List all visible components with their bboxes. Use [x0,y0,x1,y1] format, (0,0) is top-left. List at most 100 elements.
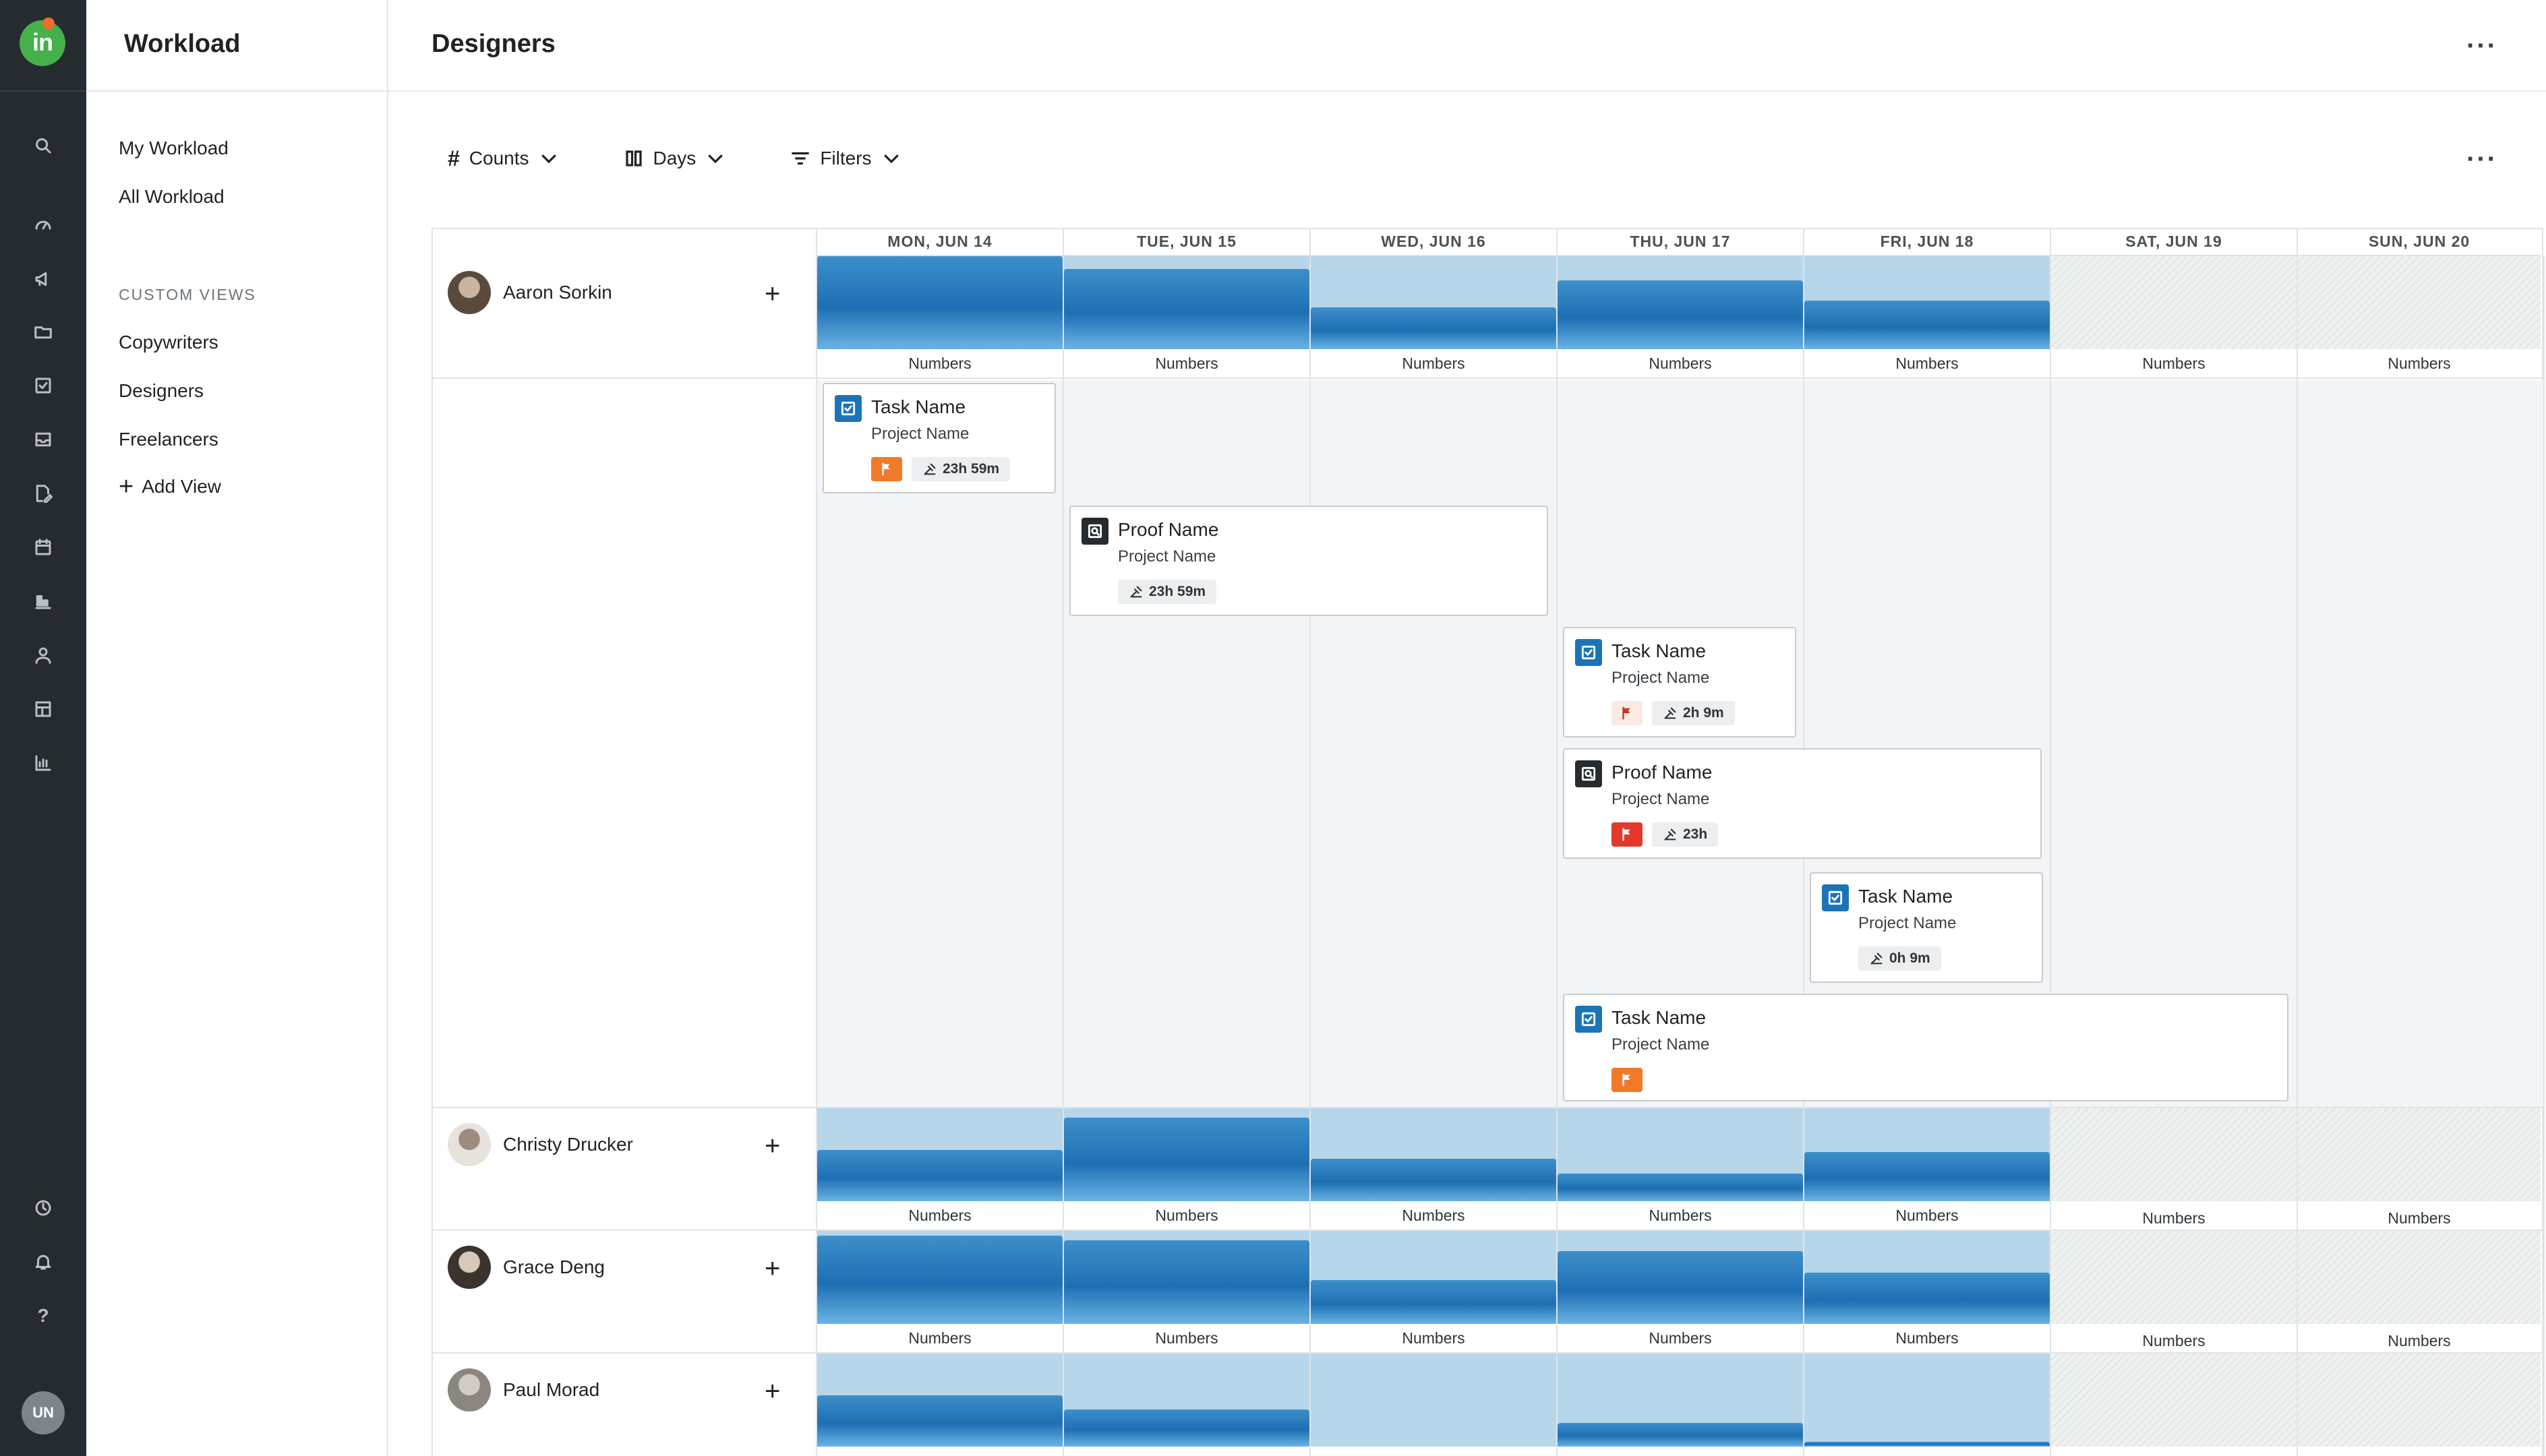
workload-bar [1804,1273,2050,1324]
workload-bar-cell[interactable] [817,1354,1063,1447]
workload-bar [1064,1409,1309,1447]
workload-bar [1804,1442,2050,1447]
workload-bar-cell[interactable] [1311,1108,1556,1201]
numbers-label: Numbers [908,1206,972,1224]
person-name: Christy Drucker [503,1134,633,1155]
workload-bar-cell[interactable] [817,1231,1063,1324]
card-title: Task Name [1611,640,1707,661]
workload-bar-cell[interactable] [1064,1354,1309,1447]
search-icon[interactable] [30,132,57,159]
workload-bar-cell[interactable] [1804,256,2050,349]
priority-flag [1611,701,1642,725]
workload-bar-cell[interactable] [817,1108,1063,1201]
bell-icon[interactable] [30,1248,57,1275]
add-assignment-button[interactable]: + [765,1132,780,1159]
weekend-cell [2298,256,2541,349]
workload-bar-cell[interactable] [1064,1231,1309,1324]
task-check-icon[interactable] [30,372,57,399]
duration-badge: 23h 59m [912,457,1011,481]
numbers-label: Numbers [1649,354,1712,372]
add-assignment-button[interactable]: + [765,280,780,307]
workload-bar [817,256,1063,349]
priority-flag [1611,822,1642,847]
layout-icon[interactable] [30,696,57,723]
filters-dropdown[interactable]: Filters [790,148,901,169]
priority-flag [871,457,902,481]
add-view-label: Add View [142,476,221,497]
flag-icon [1622,828,1630,841]
folder-icon[interactable] [30,318,57,345]
inbox-icon[interactable] [30,426,57,453]
sidebar-item-my-workload[interactable]: My Workload [119,138,229,159]
duration-text: 2h 9m [1683,705,1724,721]
weekend-cell [2298,1354,2541,1447]
day-header: FRI, JUN 18 [1803,228,2050,256]
effort-icon [1664,707,1676,719]
numbers-label: Numbers [1402,1206,1465,1224]
header-more-icon[interactable]: ··· [2466,32,2497,59]
workload-bar-cell[interactable] [1311,1231,1556,1324]
proof-card[interactable]: Proof Name Project Name 23h 59m [1069,506,1548,616]
task-card[interactable]: Task Name Project Name 2h 9m [1563,627,1796,737]
person-name: Aaron Sorkin [503,282,612,303]
workload-bar-cell[interactable] [817,256,1063,349]
add-view-button[interactable]: + Add View [119,474,221,499]
clock-icon[interactable] [30,1194,57,1221]
task-icon [835,395,862,422]
flag-icon [1622,1073,1630,1087]
toolbar-more-icon[interactable]: ··· [2466,146,2497,173]
calendar-icon[interactable] [30,534,57,561]
sidebar-item-all-workload[interactable]: All Workload [119,186,225,208]
app-logo[interactable]: in [20,18,65,66]
custom-views-heading: CUSTOM VIEWS [119,286,256,303]
workload-bar-cell[interactable] [1804,1108,2050,1201]
task-card[interactable]: Task Name Project Name 0h 9m [1810,872,2043,983]
workload-bar-cell[interactable] [1311,256,1556,349]
task-card[interactable]: Task Name Project Name 23h 59m [823,383,1056,493]
workload-sidebar: Workload My Workload All Workload CUSTOM… [86,0,388,1456]
avatar [448,1123,491,1166]
person-row-label: Christy Drucker [448,1123,633,1166]
column-divider [2543,256,2545,1456]
add-assignment-button[interactable]: + [765,1255,780,1282]
sidebar-item-freelancers[interactable]: Freelancers [119,429,218,450]
numbers-label: Numbers [1155,1329,1218,1347]
workload-bar-cell[interactable] [1064,256,1309,349]
task-card[interactable]: Task Name Project Name [1563,994,2288,1101]
proof-card[interactable]: Proof Name Project Name 23h [1563,748,2042,859]
avatar [448,1368,491,1412]
workload-bar [1804,301,2050,349]
workload-icon[interactable] [30,588,57,615]
app-rail: in ? UN [0,0,86,1456]
megaphone-icon[interactable] [30,266,57,293]
day-header: MON, JUN 14 [816,228,1063,256]
workload-bar-cell[interactable] [1064,1108,1309,1201]
chevron-down-icon [884,154,898,164]
sidebar-item-copywriters[interactable]: Copywriters [119,332,218,353]
workload-bar [1311,1280,1556,1324]
sidebar-item-designers[interactable]: Designers [119,380,204,402]
numbers-label: Numbers [908,1329,972,1347]
card-tags: 23h 59m [1118,580,1217,604]
proof-edit-icon[interactable] [30,480,57,507]
weekend-cell [2051,1231,2297,1324]
help-icon[interactable]: ? [30,1302,57,1329]
workload-bar-cell[interactable] [1558,1354,1803,1447]
add-assignment-button[interactable]: + [765,1378,780,1405]
person-icon[interactable] [30,642,57,669]
task-icon [1575,639,1602,666]
numbers-label: Numbers [1895,1206,1959,1224]
workload-bar-cell[interactable] [1558,256,1803,349]
logo-dot [42,18,55,30]
dashboard-icon[interactable] [30,212,57,239]
workload-bar-cell[interactable] [1804,1354,2050,1447]
workload-bar-cell[interactable] [1558,1231,1803,1324]
user-avatar[interactable]: UN [22,1391,65,1434]
workload-bar [1558,280,1803,349]
workload-bar-cell[interactable] [1311,1354,1556,1447]
counts-dropdown[interactable]: # Counts [448,146,559,171]
workload-bar-cell[interactable] [1804,1231,2050,1324]
workload-bar-cell[interactable] [1558,1108,1803,1201]
reports-icon[interactable] [30,750,57,777]
days-dropdown[interactable]: Days [624,148,726,169]
